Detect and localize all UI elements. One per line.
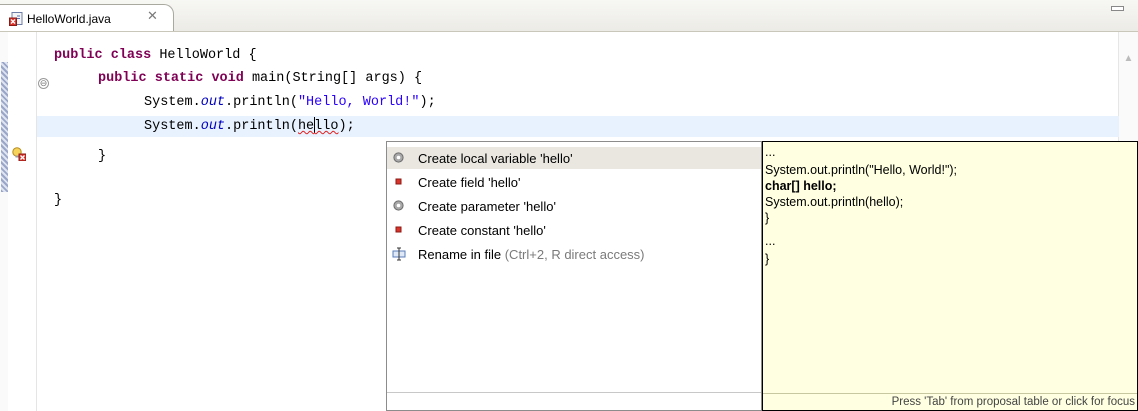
focus-hint-text[interactable]: Press 'Tab' from proposal table or click…: [763, 393, 1137, 410]
minimize-icon[interactable]: [1111, 6, 1124, 11]
local-variable-icon: [393, 200, 404, 211]
proposal-label: Create field 'hello': [418, 175, 521, 190]
code-line-2: public static void main(String[] args) {: [98, 71, 423, 86]
proposal-status-bar: [387, 392, 761, 410]
local-variable-icon: [393, 152, 404, 163]
editor-tab-bar: HelloWorld.java ✕: [0, 0, 1138, 32]
proposal-label: Rename in file (Ctrl+2, R direct access): [418, 247, 645, 262]
proposal-label: Create local variable 'hello': [418, 151, 573, 166]
rename-icon: [392, 247, 406, 261]
annotation-ruler: [8, 32, 37, 411]
preview-line: ...: [765, 234, 776, 248]
code-line-3: System.out.println("Hello, World!");: [144, 95, 436, 110]
quick-fix-proposals[interactable]: Create local variable 'hello' Create fie…: [386, 141, 762, 411]
preview-line: }: [765, 211, 770, 225]
code-line-5: }: [98, 149, 107, 164]
preview-line: char[] hello;: [765, 179, 837, 193]
private-field-icon: [395, 226, 402, 233]
fold-collapse-icon[interactable]: ⊖: [38, 78, 49, 89]
preview-line: }: [765, 252, 770, 266]
quick-fix-error-icon[interactable]: [12, 147, 26, 161]
proposal-create-parameter[interactable]: Create parameter 'hello': [387, 195, 761, 217]
preview-line: System.out.println("Hello, World!");: [765, 163, 958, 177]
code-line-1: public class HelloWorld {: [54, 48, 257, 63]
proposal-label: Create parameter 'hello': [418, 199, 556, 214]
proposal-label: Create constant 'hello': [418, 223, 546, 238]
preview-line: System.out.println(hello);: [765, 195, 904, 209]
proposal-rename-in-file[interactable]: Rename in file (Ctrl+2, R direct access): [387, 243, 761, 265]
change-marker: [1, 62, 8, 192]
code-line-4: System.out.println(hello);: [144, 117, 355, 134]
proposal-preview-panel[interactable]: ... System.out.println("Hello, World!");…: [762, 141, 1138, 411]
tab-helloworld-java[interactable]: HelloWorld.java ✕: [0, 4, 174, 31]
java-file-error-icon: [9, 12, 23, 26]
close-icon[interactable]: ✕: [147, 8, 158, 24]
scroll-up-icon[interactable]: ▲: [1122, 52, 1135, 65]
overview-ruler-left: [0, 32, 8, 411]
proposal-create-constant[interactable]: Create constant 'hello': [387, 219, 761, 241]
private-field-icon: [395, 178, 402, 185]
tab-title: HelloWorld.java: [27, 12, 111, 26]
proposal-create-field[interactable]: Create field 'hello': [387, 171, 761, 193]
error-token: hello: [297, 117, 339, 134]
proposal-create-local-variable[interactable]: Create local variable 'hello': [387, 147, 761, 169]
code-line-6: }: [54, 193, 63, 208]
preview-line: ...: [765, 145, 776, 159]
